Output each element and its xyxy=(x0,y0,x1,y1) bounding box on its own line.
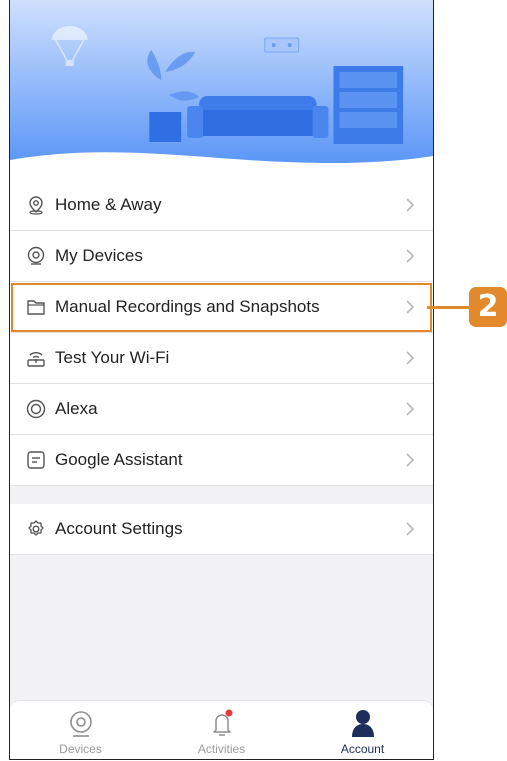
menu-item-home-away[interactable]: Home & Away xyxy=(10,180,433,231)
chevron-right-icon xyxy=(406,351,415,365)
tab-devices[interactable]: Devices xyxy=(10,701,151,759)
chevron-right-icon xyxy=(406,198,415,212)
chevron-right-icon xyxy=(406,300,415,314)
menu-item-test-wifi[interactable]: Test Your Wi-Fi xyxy=(10,333,433,384)
menu-item-label: My Devices xyxy=(55,246,143,265)
camera-icon xyxy=(25,245,47,267)
menu-item-label: Account Settings xyxy=(55,519,183,538)
chevron-right-icon xyxy=(406,402,415,416)
menu-item-manual-recordings[interactable]: Manual Recordings and Snapshots xyxy=(10,282,433,333)
menu-item-label: Manual Recordings and Snapshots xyxy=(55,297,320,316)
bell-icon xyxy=(208,706,236,738)
tab-activities[interactable]: Activities xyxy=(151,701,292,759)
hero-banner-illustration xyxy=(10,0,433,180)
tab-label: Activities xyxy=(197,742,246,756)
menu-item-my-devices[interactable]: My Devices xyxy=(10,231,433,282)
person-icon xyxy=(350,706,376,738)
tab-label: Devices xyxy=(59,742,102,756)
tab-label: Account xyxy=(340,742,385,756)
wifi-router-icon xyxy=(25,347,47,369)
menu-item-label: Home & Away xyxy=(55,195,162,214)
account-menu: Home & Away My Devices Manual Recordings… xyxy=(10,180,433,555)
alexa-icon xyxy=(25,398,47,420)
folder-icon xyxy=(25,296,47,318)
menu-item-alexa[interactable]: Alexa xyxy=(10,384,433,435)
menu-item-label: Alexa xyxy=(55,399,98,418)
section-divider xyxy=(10,486,433,504)
gear-icon xyxy=(25,518,47,540)
location-pin-icon xyxy=(25,194,47,216)
phone-screen: Home & Away My Devices Manual Recordings… xyxy=(9,0,434,760)
notification-badge xyxy=(225,709,232,717)
chevron-right-icon xyxy=(406,522,415,536)
menu-item-label: Google Assistant xyxy=(55,450,183,469)
chevron-right-icon xyxy=(406,249,415,263)
menu-item-account-settings[interactable]: Account Settings xyxy=(10,504,433,555)
bottom-tab-bar: Devices Activities Account xyxy=(10,700,433,759)
google-assistant-icon xyxy=(25,449,47,471)
menu-item-google-assistant[interactable]: Google Assistant xyxy=(10,435,433,486)
menu-item-label: Test Your Wi-Fi xyxy=(55,348,170,367)
callout-connector xyxy=(427,306,471,309)
camera-icon xyxy=(68,706,94,738)
tab-account[interactable]: Account xyxy=(292,701,433,759)
callout-number-badge: 2 xyxy=(469,287,507,327)
chevron-right-icon xyxy=(406,453,415,467)
